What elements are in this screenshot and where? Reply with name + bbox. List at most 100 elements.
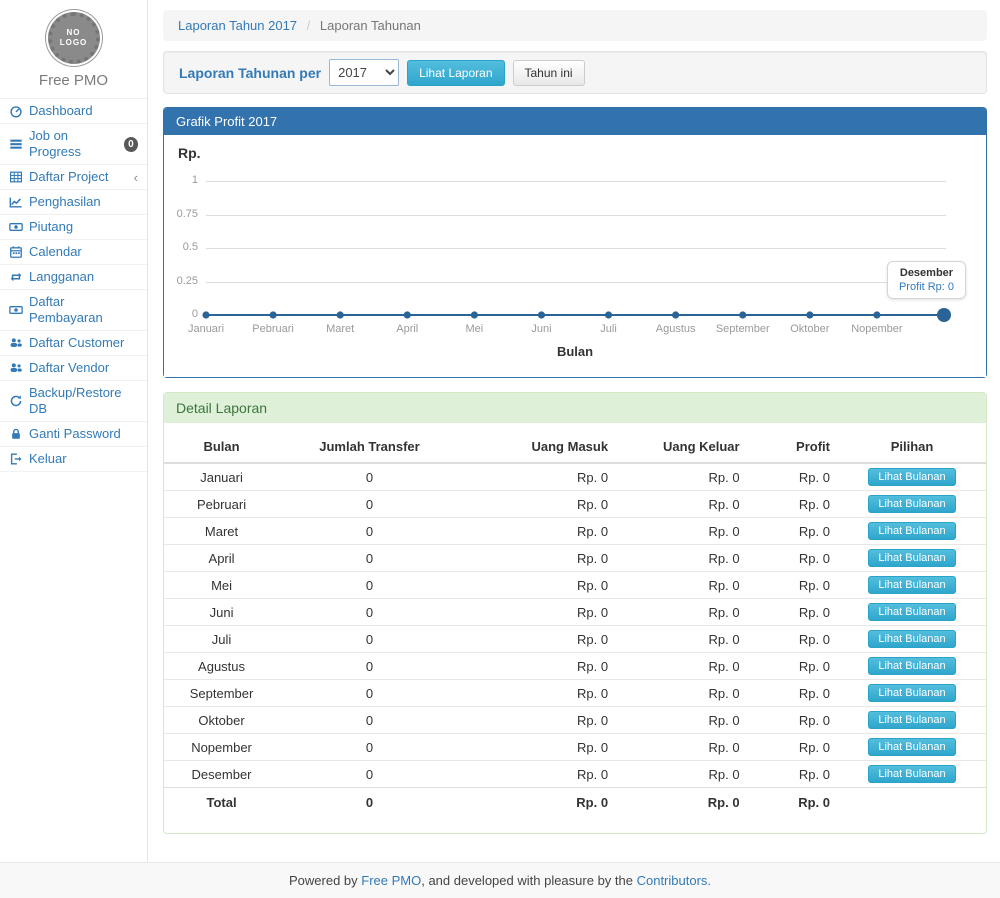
table-cell: Juni <box>164 599 279 626</box>
view-monthly-button[interactable]: Lihat Bulanan <box>868 549 955 567</box>
table-row: April0Rp. 0Rp. 0Rp. 0Lihat Bulanan <box>164 545 986 572</box>
table-cell: Rp. 0 <box>616 545 748 572</box>
sidebar-item-ganti-password[interactable]: Ganti Password <box>0 422 147 447</box>
data-point-oktober[interactable] <box>806 311 813 318</box>
table-cell: Rp. 0 <box>748 545 838 572</box>
brand-name: Free PMO <box>0 72 147 89</box>
table-header-cell: Jumlah Transfer <box>279 431 460 463</box>
report-table-foot: Total0Rp. 0Rp. 0Rp. 0 <box>164 788 986 818</box>
data-point-april[interactable] <box>404 311 411 318</box>
task-list-icon <box>9 137 23 151</box>
sidebar-item-daftar-vendor[interactable]: Daftar Vendor <box>0 356 147 381</box>
sidebar-item-daftar-customer[interactable]: Daftar Customer <box>0 331 147 356</box>
footer-link-free-pmo[interactable]: Free PMO <box>361 873 421 888</box>
table-total-row: Total0Rp. 0Rp. 0Rp. 0 <box>164 788 986 818</box>
x-axis-title: Bulan <box>164 344 986 359</box>
view-monthly-button[interactable]: Lihat Bulanan <box>868 684 955 702</box>
users-icon <box>9 336 23 350</box>
table-cell: 0 <box>279 572 460 599</box>
view-monthly-button[interactable]: Lihat Bulanan <box>868 765 955 783</box>
profit-chart: Rp. 10.750.50.250JanuariPebruariMaretApr… <box>164 135 986 377</box>
this-year-button[interactable]: Tahun ini <box>513 60 585 86</box>
sidebar-item-langganan[interactable]: Langganan <box>0 265 147 290</box>
table-cell: Rp. 0 <box>616 599 748 626</box>
data-point-januari[interactable] <box>202 311 209 318</box>
table-cell: Maret <box>164 518 279 545</box>
table-cell: Rp. 0 <box>460 707 616 734</box>
table-row: Maret0Rp. 0Rp. 0Rp. 0Lihat Bulanan <box>164 518 986 545</box>
data-point-juli[interactable] <box>605 311 612 318</box>
view-monthly-button[interactable]: Lihat Bulanan <box>868 603 955 621</box>
breadcrumb-link-laporan-tahun[interactable]: Laporan Tahun 2017 <box>178 18 297 33</box>
sidebar-item-job-on-progress[interactable]: Job on Progress 0 <box>0 124 147 165</box>
table-cell: Nopember <box>164 734 279 761</box>
footer: Powered by Free PMO, and developed with … <box>0 862 1000 898</box>
table-cell: Rp. 0 <box>748 734 838 761</box>
data-point-juni[interactable] <box>538 311 545 318</box>
money-icon <box>9 220 23 234</box>
view-report-button[interactable]: Lihat Laporan <box>407 60 504 86</box>
data-point-desember[interactable] <box>937 308 951 322</box>
year-select[interactable]: 2017 <box>329 59 399 86</box>
table-header-cell: Uang Keluar <box>616 431 748 463</box>
chart-canvas <box>164 135 986 377</box>
profit-chart-panel: Grafik Profit 2017 Rp. 10.750.50.250Janu… <box>163 107 987 378</box>
view-monthly-button[interactable]: Lihat Bulanan <box>868 711 955 729</box>
table-cell-action: Lihat Bulanan <box>838 734 986 761</box>
table-header-row: BulanJumlah TransferUang MasukUang Kelua… <box>164 431 986 463</box>
table-cell: Rp. 0 <box>616 518 748 545</box>
table-row: September0Rp. 0Rp. 0Rp. 0Lihat Bulanan <box>164 680 986 707</box>
report-table: BulanJumlah TransferUang MasukUang Kelua… <box>164 431 986 817</box>
table-cell: Rp. 0 <box>460 680 616 707</box>
sidebar-item-label: Dashboard <box>29 103 93 119</box>
data-point-nopember[interactable] <box>873 311 880 318</box>
view-monthly-button[interactable]: Lihat Bulanan <box>868 630 955 648</box>
table-header-cell: Uang Masuk <box>460 431 616 463</box>
sidebar-item-dashboard[interactable]: Dashboard <box>0 99 147 124</box>
table-cell: Januari <box>164 463 279 491</box>
table-cell: Rp. 0 <box>748 599 838 626</box>
data-point-mei[interactable] <box>471 311 478 318</box>
sidebar-item-label: Penghasilan <box>29 194 101 210</box>
view-monthly-button[interactable]: Lihat Bulanan <box>868 495 955 513</box>
data-point-maret[interactable] <box>337 311 344 318</box>
view-monthly-button[interactable]: Lihat Bulanan <box>868 657 955 675</box>
view-monthly-button[interactable]: Lihat Bulanan <box>868 576 955 594</box>
table-cell: Rp. 0 <box>748 761 838 788</box>
table-cell: Juli <box>164 626 279 653</box>
view-monthly-button[interactable]: Lihat Bulanan <box>868 468 955 486</box>
users-icon <box>9 361 23 375</box>
sidebar-item-piutang[interactable]: Piutang <box>0 215 147 240</box>
table-cell-action: Lihat Bulanan <box>838 653 986 680</box>
sidebar-item-label: Langganan <box>29 269 94 285</box>
data-point-september[interactable] <box>739 311 746 318</box>
sidebar-item-daftar-pembayaran[interactable]: Daftar Pembayaran <box>0 290 147 331</box>
table-header-cell: Bulan <box>164 431 279 463</box>
data-point-agustus[interactable] <box>672 311 679 318</box>
sidebar-item-daftar-project[interactable]: Daftar Project ‹ <box>0 165 147 190</box>
table-cell: Rp. 0 <box>748 491 838 518</box>
table-cell: 0 <box>279 734 460 761</box>
data-point-pebruari[interactable] <box>269 311 276 318</box>
sidebar-item-backup-restore[interactable]: Backup/Restore DB <box>0 381 147 422</box>
table-cell: Oktober <box>164 707 279 734</box>
x-tick-label: Nopember <box>835 323 919 335</box>
view-monthly-button[interactable]: Lihat Bulanan <box>868 738 955 756</box>
sidebar-item-penghasilan[interactable]: Penghasilan <box>0 190 147 215</box>
table-cell: September <box>164 680 279 707</box>
toolbar-label: Laporan Tahunan per <box>179 65 321 81</box>
sidebar-item-label: Daftar Pembayaran <box>29 294 138 326</box>
logo-text-line2: LOGO <box>60 38 88 48</box>
view-monthly-button[interactable]: Lihat Bulanan <box>868 522 955 540</box>
money-icon <box>9 303 23 317</box>
sidebar-item-label: Piutang <box>29 219 73 235</box>
tooltip-value: Profit Rp: 0 <box>899 281 954 293</box>
footer-text-1: Powered by <box>289 873 361 888</box>
footer-link-contributors[interactable]: Contributors. <box>637 873 711 888</box>
table-total-cell: 0 <box>279 788 460 818</box>
sidebar-item-calendar[interactable]: Calendar <box>0 240 147 265</box>
detail-panel-body: BulanJumlah TransferUang MasukUang Kelua… <box>164 423 986 833</box>
sidebar-item-keluar[interactable]: Keluar <box>0 447 147 472</box>
table-cell-action: Lihat Bulanan <box>838 491 986 518</box>
table-cell: 0 <box>279 761 460 788</box>
